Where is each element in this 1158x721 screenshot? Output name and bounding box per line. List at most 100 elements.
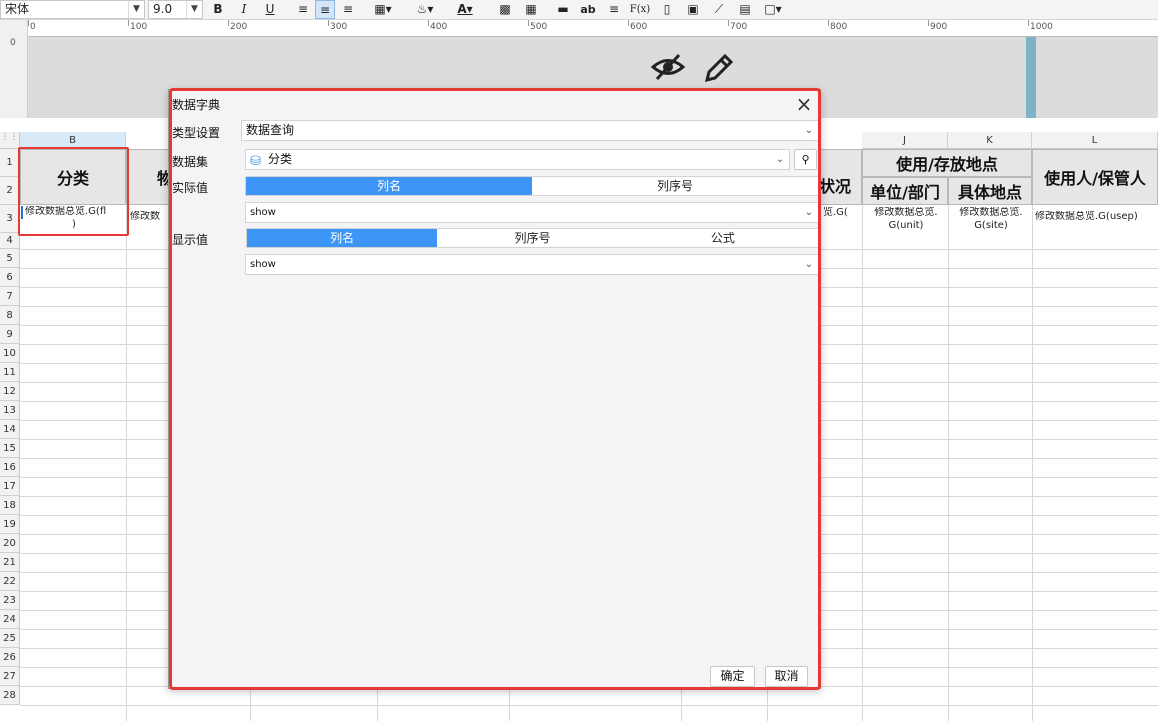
chart-icon[interactable]: ▯ <box>657 0 677 19</box>
data-cell-k3[interactable]: 修改数据总览. <box>949 207 1031 220</box>
merge-cell-icon[interactable]: ▩ <box>495 0 515 19</box>
data-cell-i3[interactable]: 览.G( <box>821 207 861 220</box>
row-header[interactable]: 7 <box>0 287 20 306</box>
underline-button[interactable]: U <box>260 0 280 19</box>
close-icon[interactable]: × <box>794 92 814 116</box>
row-header[interactable]: 15 <box>0 439 20 458</box>
row-header[interactable]: 19 <box>0 515 20 534</box>
row-header[interactable]: 27 <box>0 667 20 686</box>
row-header[interactable]: 12 <box>0 382 20 401</box>
page-boundary-marker[interactable] <box>1026 37 1036 118</box>
preview-button[interactable]: ⚲ <box>794 149 817 170</box>
select-all-corner[interactable]: ⋮⋮ <box>0 132 20 149</box>
display-tab-column-index[interactable]: 列序号 <box>437 229 627 247</box>
data-cell-j3[interactable]: 修改数据总览. <box>863 207 947 220</box>
dataset-value: 分类 <box>268 152 293 166</box>
actual-tab-column-name[interactable]: 列名 <box>246 177 532 195</box>
bold-button[interactable]: B <box>208 0 228 19</box>
row-header[interactable]: 22 <box>0 572 20 591</box>
ruler-label: 800 <box>830 22 848 32</box>
type-select[interactable]: 数据查询 ⌄ <box>241 120 819 141</box>
slash-icon[interactable]: ⟋ <box>709 0 729 19</box>
fill-color-icon[interactable]: ♨▾ <box>410 0 440 19</box>
row-header[interactable]: 5 <box>0 249 20 268</box>
row-header[interactable]: 28 <box>0 686 20 705</box>
col-header-l[interactable]: L <box>1032 132 1158 149</box>
data-cell-l3[interactable]: 修改数据总览.G(usep) <box>1033 211 1157 225</box>
dataset-label: 数据集 <box>172 155 209 169</box>
paragraph-icon[interactable]: ≡ <box>604 0 624 19</box>
preview-icon: ⚲ <box>801 153 810 166</box>
align-right-icon[interactable]: ≡ <box>338 0 358 19</box>
pencil-icon[interactable] <box>703 52 735 92</box>
font-name-value: 宋体 <box>5 2 30 16</box>
row-header[interactable]: 17 <box>0 477 20 496</box>
textbox-icon[interactable]: ▬ <box>553 0 573 19</box>
align-center-icon[interactable]: ≡ <box>315 0 335 19</box>
row-header[interactable]: 18 <box>0 496 20 515</box>
actual-value-tabs: 列名 列序号 <box>245 176 819 196</box>
actual-tab-column-index[interactable]: 列序号 <box>532 177 818 195</box>
row-header[interactable]: 21 <box>0 553 20 572</box>
row-header[interactable]: 4 <box>0 233 20 249</box>
ruler-label: 500 <box>530 22 548 32</box>
italic-button[interactable]: I <box>234 0 254 19</box>
display-value-tabs: 列名 列序号 公式 <box>246 228 819 248</box>
display-tab-formula[interactable]: 公式 <box>628 229 818 247</box>
ruler-label: 400 <box>430 22 448 32</box>
image-icon[interactable]: ▣ <box>683 0 703 19</box>
chevron-down-icon: ⌄ <box>804 125 814 136</box>
split-cell-icon[interactable]: ▦ <box>521 0 541 19</box>
grid-line <box>1032 149 1033 721</box>
font-name-select[interactable]: 宋体 ▼ <box>0 0 145 19</box>
font-size-select[interactable]: 9.0 ▼ <box>148 0 203 19</box>
row-header[interactable]: 1 <box>0 149 20 177</box>
row-header[interactable]: 14 <box>0 420 20 439</box>
actual-value-label: 实际值 <box>172 181 209 195</box>
data-cell-c3[interactable]: 修改数 <box>128 211 168 225</box>
row-header[interactable]: 6 <box>0 268 20 287</box>
row-header[interactable]: 24 <box>0 610 20 629</box>
header-cell-site[interactable]: 具体地点 <box>948 177 1032 205</box>
eye-hidden-icon[interactable] <box>650 52 686 90</box>
border-icon[interactable]: ▦▾ <box>368 0 398 19</box>
col-header-j[interactable]: J <box>862 132 948 149</box>
display-tab-column-name[interactable]: 列名 <box>247 229 438 247</box>
row-header[interactable]: 16 <box>0 458 20 477</box>
header-cell-unit[interactable]: 单位/部门 <box>862 177 948 205</box>
display-value-label: 显示值 <box>172 233 209 247</box>
text-color-button[interactable]: A▾ <box>450 0 480 19</box>
row-header[interactable]: 25 <box>0 629 20 648</box>
row-header[interactable]: 2 <box>0 177 20 205</box>
align-left-icon[interactable]: ≡ <box>293 0 313 19</box>
row-header[interactable]: 13 <box>0 401 20 420</box>
frame-icon[interactable]: □▾ <box>760 0 786 19</box>
grid-line <box>20 705 1158 706</box>
chevron-down-icon: ▼ <box>186 1 202 18</box>
row-header[interactable]: 3 <box>0 205 20 233</box>
row-header[interactable]: 23 <box>0 591 20 610</box>
ok-button[interactable]: 确定 <box>710 666 755 687</box>
row-header[interactable]: 26 <box>0 648 20 667</box>
formula-button[interactable]: F(x) <box>628 0 652 19</box>
display-value: show <box>250 259 276 270</box>
cancel-button[interactable]: 取消 <box>765 666 808 687</box>
col-header-k[interactable]: K <box>948 132 1032 149</box>
text-format-button[interactable]: ab <box>578 0 598 19</box>
ruler-zero-mark: 0 <box>10 38 16 48</box>
ruler-label: 600 <box>630 22 648 32</box>
actual-value-select[interactable]: show ⌄ <box>245 202 819 223</box>
grid-line <box>948 149 949 721</box>
page-icon[interactable]: ▤ <box>735 0 755 19</box>
row-header[interactable]: 8 <box>0 306 20 325</box>
header-cell-location[interactable]: 使用/存放地点 <box>862 149 1032 177</box>
row-header[interactable]: 20 <box>0 534 20 553</box>
row-header[interactable]: 11 <box>0 363 20 382</box>
ruler-label: 200 <box>230 22 248 32</box>
row-header[interactable]: 10 <box>0 344 20 363</box>
dataset-select[interactable]: ⛁ 分类 ⌄ <box>245 149 790 170</box>
row-header[interactable]: 9 <box>0 325 20 344</box>
header-cell-user[interactable]: 使用人/保管人 <box>1032 149 1158 205</box>
ruler-label: 300 <box>330 22 348 32</box>
display-value-select[interactable]: show ⌄ <box>245 254 819 275</box>
